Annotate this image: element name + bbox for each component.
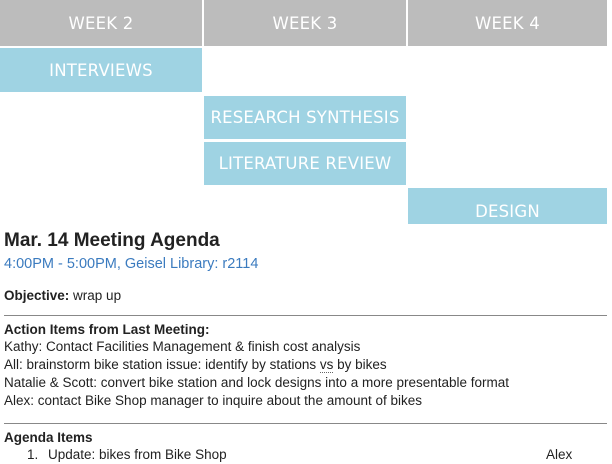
meeting-document: Mar. 14 Meeting Agenda 4:00PM - 5:00PM, …	[4, 230, 607, 464]
action-item-vs: vs	[319, 357, 334, 373]
task-interviews: INTERVIEWS	[0, 48, 202, 92]
week-4-header: WEEK 4	[408, 0, 607, 46]
task-literature-review: LITERATURE REVIEW	[204, 142, 406, 185]
action-item: Kathy: Contact Facilities Management & f…	[4, 339, 361, 354]
meeting-title: Mar. 14 Meeting Agenda	[4, 230, 220, 251]
agenda-item-number: 1.	[27, 447, 39, 462]
week-2-header: WEEK 2	[0, 0, 202, 46]
action-item: Alex: contact Bike Shop manager to inqui…	[4, 393, 423, 408]
action-item: Natalie & Scott: convert bike station an…	[4, 375, 510, 390]
meeting-time-location: 4:00PM - 5:00PM, Geisel Library: r2114	[4, 256, 259, 272]
agenda-item: 1. Update: bikes from Bike Shop Alex	[4, 446, 607, 464]
task-research-synthesis: RESEARCH SYNTHESIS	[204, 96, 406, 139]
divider	[4, 423, 607, 424]
objective: Objective: wrap up	[4, 287, 607, 304]
agenda-title: Agenda Items	[4, 430, 93, 445]
action-items-title: Action Items from Last Meeting:	[4, 322, 210, 337]
action-item: All: brainstorm bike station issue: iden…	[4, 356, 607, 374]
week-3-header: WEEK 3	[204, 0, 406, 46]
objective-label: Objective:	[4, 288, 70, 303]
timeline-gantt: WEEK 2 WEEK 3 WEEK 4 INTERVIEWS RESEARCH…	[0, 0, 612, 224]
agenda-item-text: Update: bikes from Bike Shop	[48, 447, 227, 462]
agenda-item-owner: Alex	[546, 447, 573, 462]
action-item-text: All: brainstorm bike station issue: iden…	[4, 357, 320, 372]
task-design: DESIGN	[408, 188, 607, 224]
divider	[4, 315, 607, 316]
objective-value: wrap up	[73, 288, 122, 303]
action-item-tail: by bikes	[333, 357, 387, 372]
